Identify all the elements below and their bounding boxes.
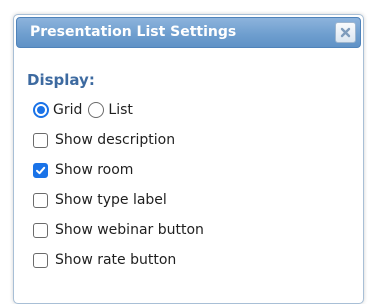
show-type-label-option[interactable]: Show type label [33,192,167,208]
dialog-titlebar[interactable]: Presentation List Settings [16,17,361,48]
show-webinar-button-option[interactable]: Show webinar button [33,222,204,238]
show-room-checkbox[interactable] [33,162,48,178]
show-type-label-label: Show type label [55,192,167,208]
show-room-label: Show room [55,162,134,178]
list-label: List [108,102,133,118]
show-webinar-button-label: Show webinar button [55,222,204,238]
show-description-label: Show description [55,132,176,148]
dialog-body: Display: Grid List Show description Show… [14,48,363,303]
view-mode-group: Grid List [33,102,139,118]
settings-dialog: Presentation List Settings Display: Grid… [13,14,364,304]
show-rate-button-option[interactable]: Show rate button [33,252,176,268]
show-webinar-button-checkbox[interactable] [33,222,48,238]
show-rate-button-checkbox[interactable] [33,252,48,268]
show-rate-button-label: Show rate button [55,252,177,268]
list-option[interactable]: List [88,102,133,118]
show-description-checkbox[interactable] [33,132,48,148]
close-button[interactable] [335,22,356,43]
show-room-option[interactable]: Show room [33,162,133,178]
checkmark-icon [36,166,46,174]
display-heading: Display: [27,71,95,89]
list-radio[interactable] [88,102,105,118]
show-description-option[interactable]: Show description [33,132,175,148]
grid-radio[interactable] [33,102,49,118]
close-x-icon [340,27,351,38]
show-type-label-checkbox[interactable] [33,192,48,208]
grid-label: Grid [53,102,83,118]
grid-option[interactable]: Grid [33,102,82,118]
dialog-title: Presentation List Settings [30,24,237,40]
